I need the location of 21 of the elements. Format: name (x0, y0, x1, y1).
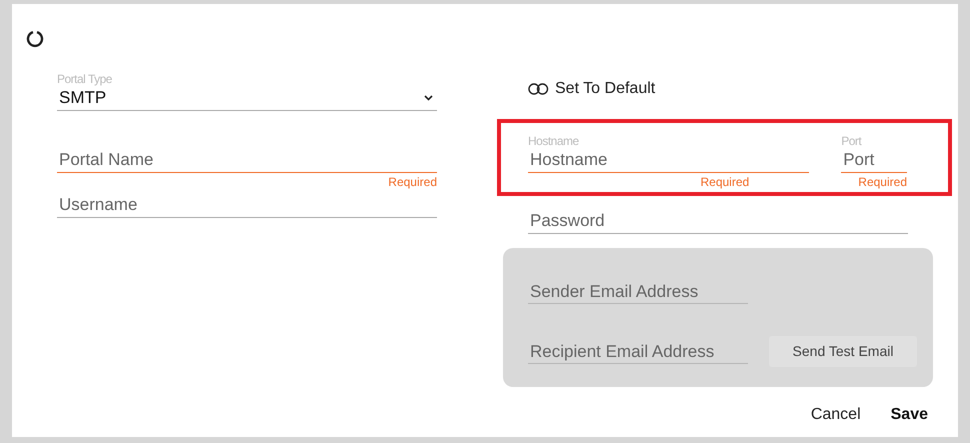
field-label: Port (841, 134, 863, 148)
error-message: Required (700, 175, 750, 189)
chevron-down-icon (424, 95, 433, 101)
error-message: Required (858, 175, 907, 189)
send-test-email-button[interactable]: Send Test Email (769, 336, 917, 367)
error-message: Required (388, 175, 437, 189)
action-button[interactable]: Cancel (810, 403, 861, 423)
input-field[interactable]: Port (841, 148, 907, 173)
set-to-default-toggle[interactable]: Set To Default (528, 79, 656, 99)
field-label: Hostname (528, 134, 580, 148)
input-field[interactable]: Portal Name (57, 147, 437, 173)
toggle-icon (528, 83, 549, 95)
input-field[interactable]: Recipient Email Address (528, 340, 748, 364)
input-field[interactable]: Password (528, 208, 908, 234)
loading-spinner-icon (26, 30, 44, 48)
input-field[interactable]: Hostname (528, 148, 810, 173)
field-label: Portal Type (57, 72, 113, 86)
action-button[interactable]: Save (890, 403, 928, 423)
portal-type-dropdown[interactable]: SMTP (57, 86, 437, 111)
input-field[interactable]: Username (57, 192, 437, 218)
input-field[interactable]: Sender Email Address (528, 280, 748, 304)
